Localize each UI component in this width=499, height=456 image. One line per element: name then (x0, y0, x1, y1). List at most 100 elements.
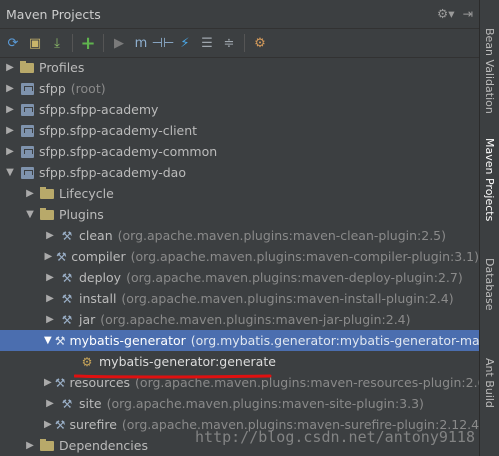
toggle-offline-icon[interactable]: ⊣⊢ (152, 33, 175, 53)
expand-arrow-icon[interactable]: ▶ (44, 314, 56, 325)
project-tree: ▶ Profiles ▶ sfpp (root) ▶ sfpp.sfpp-aca… (0, 57, 479, 456)
expand-arrow-icon[interactable]: ▶ (44, 419, 52, 430)
plugin-coord: (org.apache.maven.plugins:maven-deploy-p… (126, 270, 463, 285)
tree-node-lifecycle[interactable]: ▶ Lifecycle (0, 183, 479, 204)
tree-node-project[interactable]: ▶ sfpp.sfpp-academy-common (0, 141, 479, 162)
tab-label: Bean Validation (483, 28, 496, 114)
tree-node-project[interactable]: ▶ sfpp (root) (0, 78, 479, 99)
plugin-coord: (org.apache.maven.plugins:maven-jar-plug… (100, 312, 411, 327)
tree-node-plugin[interactable]: ▶ ⚒ site (org.apache.maven.plugins:maven… (0, 393, 479, 414)
tab-database[interactable]: Database (483, 258, 496, 311)
gear-icon[interactable]: ⚙▾ (437, 6, 454, 21)
plugin-icon: ⚒ (54, 417, 66, 432)
expand-arrow-icon[interactable]: ▶ (44, 398, 56, 409)
run-icon[interactable]: ▶ (109, 33, 129, 53)
plugin-icon: ⚒ (56, 249, 67, 264)
plugin-coord: (org.apache.maven.plugins:maven-clean-pl… (117, 228, 447, 243)
tab-label: Ant Build (483, 358, 496, 408)
reimport-icon[interactable]: ▣ (25, 33, 45, 53)
plugin-icon: ⚒ (61, 396, 73, 411)
tree-node-plugin[interactable]: ▶ ⚒ compiler (org.apache.maven.plugins:m… (0, 246, 479, 267)
plugin-name: clean (79, 228, 113, 243)
expand-arrow-icon[interactable]: ▶ (24, 188, 36, 199)
plugin-icon: ⚒ (61, 291, 73, 306)
folder-icon (19, 60, 35, 75)
expand-arrow-icon[interactable]: ▶ (44, 293, 56, 304)
expand-arrow-icon[interactable]: ▶ (44, 377, 52, 388)
node-label: Profiles (39, 60, 85, 75)
expand-arrow-icon[interactable]: ▶ (4, 125, 16, 136)
expand-arrow-icon[interactable]: ▶ (44, 251, 53, 262)
settings-icon[interactable]: ⚙ (250, 33, 270, 53)
toolbar-separator (244, 34, 245, 52)
tree-node-project[interactable]: ▼ sfpp.sfpp-academy-dao (0, 162, 479, 183)
panel-title: Maven Projects (6, 6, 101, 22)
tab-ant-build[interactable]: Ant Build (483, 358, 496, 408)
header-tools: ⚙▾ ⇥ (437, 6, 473, 21)
node-note: (root) (70, 81, 106, 96)
hide-panel-icon[interactable]: ⇥ (463, 6, 473, 21)
skip-tests-icon[interactable]: ⚡ (175, 33, 195, 53)
expand-arrow-icon[interactable]: ▶ (4, 104, 16, 115)
maven-module-icon (19, 82, 35, 96)
expand-arrow-icon[interactable]: ▶ (44, 272, 56, 283)
refresh-icon[interactable]: ⟳ (3, 33, 23, 53)
right-tool-strip: Bean Validation Maven Projects Database … (479, 0, 499, 456)
plugin-name: site (79, 396, 102, 411)
plugin-name: jar (79, 312, 96, 327)
toolbar-separator (72, 34, 73, 52)
panel-header: Maven Projects ⚙▾ ⇥ (0, 0, 479, 29)
plugin-name: install (79, 291, 117, 306)
watermark: http://blog.csdn.net/antony9118 (195, 428, 475, 446)
tree-node-plugin[interactable]: ▶ ⚒ jar (org.apache.maven.plugins:maven-… (0, 309, 479, 330)
toolbar: ⟳ ▣ ⤓ + ▶ m ⊣⊢ ⚡ ☰ ≑ ⚙ (0, 29, 479, 58)
folder-icon (39, 186, 55, 201)
plugin-coord: (org.apache.maven.plugins:maven-install-… (121, 291, 454, 306)
expand-arrow-icon[interactable]: ▶ (44, 230, 56, 241)
tree-node-plugins[interactable]: ▼ Plugins (0, 204, 479, 225)
lifecycle-icon[interactable]: m (131, 33, 151, 53)
expand-arrow-icon[interactable]: ▶ (4, 62, 16, 73)
plugin-coord: (org.apache.maven.plugins:maven-resource… (135, 375, 479, 390)
maven-module-icon (19, 124, 35, 138)
node-label: sfpp.sfpp-academy-dao (39, 165, 186, 180)
maven-module-icon (19, 145, 35, 159)
tab-label: Database (483, 258, 496, 311)
expand-arrow-icon[interactable]: ▶ (4, 146, 16, 157)
tab-maven-projects[interactable]: Maven Projects (483, 138, 496, 221)
tree-node-plugin[interactable]: ▶ ⚒ clean (org.apache.maven.plugins:mave… (0, 225, 479, 246)
maven-projects-panel: Maven Projects ⚙▾ ⇥ ⟳ ▣ ⤓ + ▶ m ⊣⊢ ⚡ ☰ ≑… (0, 0, 479, 456)
collapse-all-icon[interactable]: ≑ (219, 33, 239, 53)
expand-all-icon[interactable]: ☰ (197, 33, 217, 53)
plugin-icon: ⚒ (61, 270, 73, 285)
download-icon[interactable]: ⤓ (47, 33, 67, 53)
folder-icon (39, 438, 55, 453)
expand-arrow-icon[interactable]: ▶ (4, 83, 16, 94)
tree-node-project[interactable]: ▶ sfpp.sfpp-academy (0, 99, 479, 120)
plugin-coord: (org.apache.maven.plugins:maven-site-plu… (106, 396, 424, 411)
plugin-name: deploy (79, 270, 122, 285)
tree-node-plugin[interactable]: ▶ ⚒ deploy (org.apache.maven.plugins:mav… (0, 267, 479, 288)
folder-icon (39, 207, 55, 222)
expand-arrow-icon[interactable]: ▶ (24, 440, 36, 451)
tree-node-plugin[interactable]: ▶ ⚒ install (org.apache.maven.plugins:ma… (0, 288, 479, 309)
tree-node-goal[interactable]: ⚙ mybatis-generator:generate (0, 351, 479, 372)
tree-node-project[interactable]: ▶ sfpp.sfpp-academy-client (0, 120, 479, 141)
plugin-coord: (org.apache.maven.plugins:maven-compiler… (130, 249, 479, 264)
tree-node-profiles[interactable]: ▶ Profiles (0, 57, 479, 78)
collapse-arrow-icon[interactable]: ▼ (44, 335, 52, 346)
add-icon[interactable]: + (78, 33, 98, 54)
plugin-name: compiler (71, 249, 126, 264)
tree-node-plugin[interactable]: ▶ ⚒ resources (org.apache.maven.plugins:… (0, 372, 479, 393)
node-label: sfpp.sfpp-academy (39, 102, 159, 117)
plugin-name: mybatis-generator (69, 333, 186, 348)
plugin-icon: ⚒ (54, 333, 66, 348)
plugin-coord: (org.mybatis.generator:mybatis-generator… (190, 333, 479, 348)
node-label: sfpp.sfpp-academy-common (39, 144, 218, 159)
tab-bean-validation[interactable]: Bean Validation (483, 28, 496, 114)
tree-node-plugin-selected[interactable]: ▼ ⚒ mybatis-generator (org.mybatis.gener… (0, 330, 479, 351)
node-label: Dependencies (59, 438, 148, 453)
collapse-arrow-icon[interactable]: ▼ (4, 167, 16, 178)
node-label: sfpp.sfpp-academy-client (39, 123, 198, 138)
collapse-arrow-icon[interactable]: ▼ (24, 209, 36, 220)
